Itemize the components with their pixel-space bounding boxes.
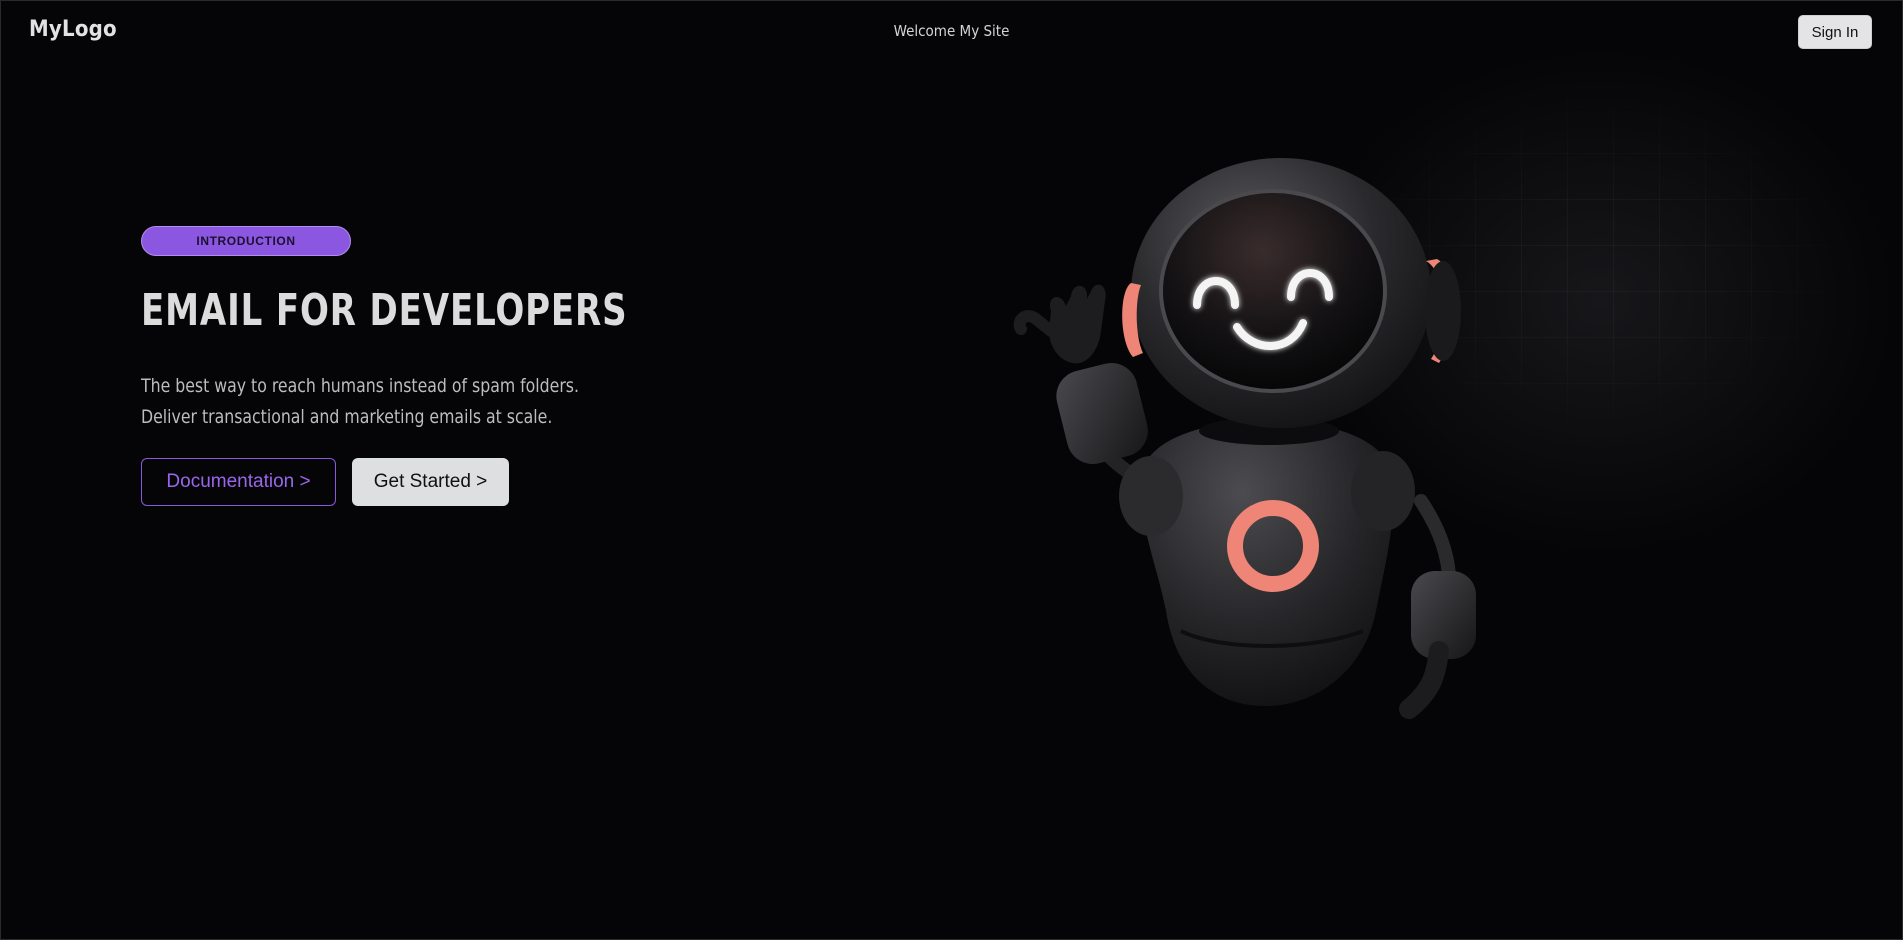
page: MyLogo Welcome My Site Sign In INTRODUCT… <box>0 0 1903 940</box>
waving-robot-illustration <box>1013 158 1476 719</box>
robot-body <box>1119 421 1415 706</box>
introduction-badge: INTRODUCTION <box>141 226 351 256</box>
hero-description-line-2: Deliver transactional and marketing emai… <box>141 406 553 428</box>
header-welcome-text: Welcome My Site <box>893 22 1010 40</box>
robot-right-arm <box>1399 494 1476 719</box>
hero-description-line-1: The best way to reach humans instead of … <box>141 375 579 397</box>
documentation-button[interactable]: Documentation > <box>141 458 336 506</box>
hero-title: EMAIL FOR DEVELOPERS <box>141 285 628 336</box>
robot-head <box>1122 158 1461 428</box>
get-started-button[interactable]: Get Started > <box>352 458 509 506</box>
hero-description: The best way to reach humans instead of … <box>141 371 579 433</box>
sign-in-button[interactable]: Sign In <box>1798 15 1872 49</box>
